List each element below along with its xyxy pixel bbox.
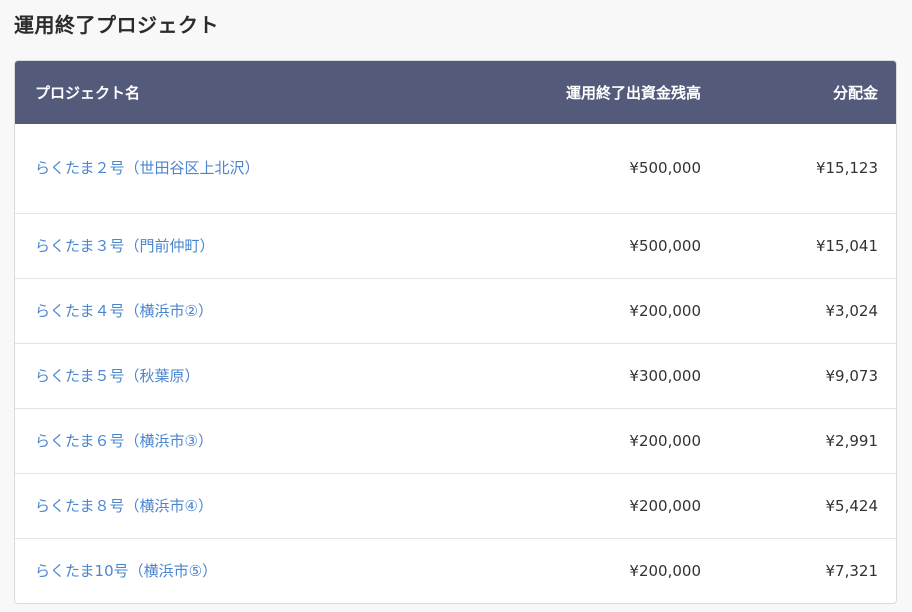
project-name-cell: らくたま６号（横浜市③） — [15, 409, 495, 474]
table-header-row: プロジェクト名 運用終了出資金残高 分配金 — [15, 61, 896, 124]
project-name-cell: らくたま３号（門前仲町） — [15, 214, 495, 279]
distribution-cell: ¥7,321 — [825, 561, 879, 580]
ended-balance-cell: ¥200,000 — [629, 496, 701, 515]
table-header: プロジェクト名 運用終了出資金残高 分配金 — [15, 61, 896, 124]
ended-balance-cell: ¥200,000 — [629, 301, 701, 320]
section-title: 運用終了プロジェクト — [14, 13, 219, 37]
project-name-cell: らくたま２号（世田谷区上北沢） — [15, 124, 495, 214]
distribution-cell: ¥5,424 — [825, 496, 879, 515]
distribution-cell: ¥15,123 — [815, 159, 878, 177]
project-link[interactable]: らくたま５号（秋葉原） — [35, 365, 200, 388]
header-distribution: 分配金 — [832, 84, 878, 102]
ended-balance-cell: ¥500,000 — [629, 159, 701, 177]
project-link[interactable]: らくたま２号（世田谷区上北沢） — [35, 157, 260, 180]
project-link[interactable]: らくたま10号（横浜市⑤） — [35, 560, 217, 583]
project-name-cell: らくたま８号（横浜市④） — [15, 474, 495, 539]
distribution-cell: ¥3,024 — [825, 301, 879, 320]
table-row: らくたま10号（横浜市⑤） ¥200,000 ¥7,321 — [15, 538, 896, 604]
distribution-cell: ¥15,041 — [815, 236, 878, 255]
project-name-cell: らくたま５号（秋葉原） — [15, 344, 495, 409]
header-ended-balance: 運用終了出資金残高 — [565, 84, 701, 102]
distribution-cell: ¥9,073 — [825, 366, 879, 385]
table-row: らくたま５号（秋葉原） ¥300,000 ¥9,073 — [15, 343, 896, 409]
table-row: らくたま３号（門前仲町） ¥500,000 ¥15,041 — [15, 213, 896, 279]
table-body: らくたま２号（世田谷区上北沢） ¥500,000 ¥15,123 らくたま３号（… — [15, 124, 896, 604]
project-name-cell: らくたま10号（横浜市⑤） — [15, 539, 495, 604]
table-row: らくたま６号（横浜市③） ¥200,000 ¥2,991 — [15, 408, 896, 474]
ended-projects-table: プロジェクト名 運用終了出資金残高 分配金 らくたま２号（世田谷区上北沢） ¥5… — [14, 60, 897, 604]
table-row: らくたま２号（世田谷区上北沢） ¥500,000 ¥15,123 — [15, 124, 896, 214]
projects-table: プロジェクト名 運用終了出資金残高 分配金 らくたま２号（世田谷区上北沢） ¥5… — [15, 61, 896, 604]
project-link[interactable]: らくたま６号（横浜市③） — [35, 430, 213, 453]
page: 運用終了プロジェクト プロジェクト名 運用終了出資金残高 分配金 らくたま２号（… — [0, 0, 912, 612]
project-name-cell: らくたま４号（横浜市②） — [15, 279, 495, 344]
ended-balance-cell: ¥500,000 — [629, 236, 701, 255]
ended-balance-cell: ¥200,000 — [629, 431, 701, 450]
ended-balance-cell: ¥200,000 — [629, 561, 701, 580]
ended-balance-cell: ¥300,000 — [629, 366, 701, 385]
table-row: らくたま４号（横浜市②） ¥200,000 ¥3,024 — [15, 278, 896, 344]
project-link[interactable]: らくたま４号（横浜市②） — [35, 300, 213, 323]
project-link[interactable]: らくたま８号（横浜市④） — [35, 495, 213, 518]
header-project-name: プロジェクト名 — [35, 84, 141, 102]
table-row: らくたま８号（横浜市④） ¥200,000 ¥5,424 — [15, 473, 896, 539]
project-link[interactable]: らくたま３号（門前仲町） — [35, 235, 215, 258]
distribution-cell: ¥2,991 — [825, 431, 879, 450]
